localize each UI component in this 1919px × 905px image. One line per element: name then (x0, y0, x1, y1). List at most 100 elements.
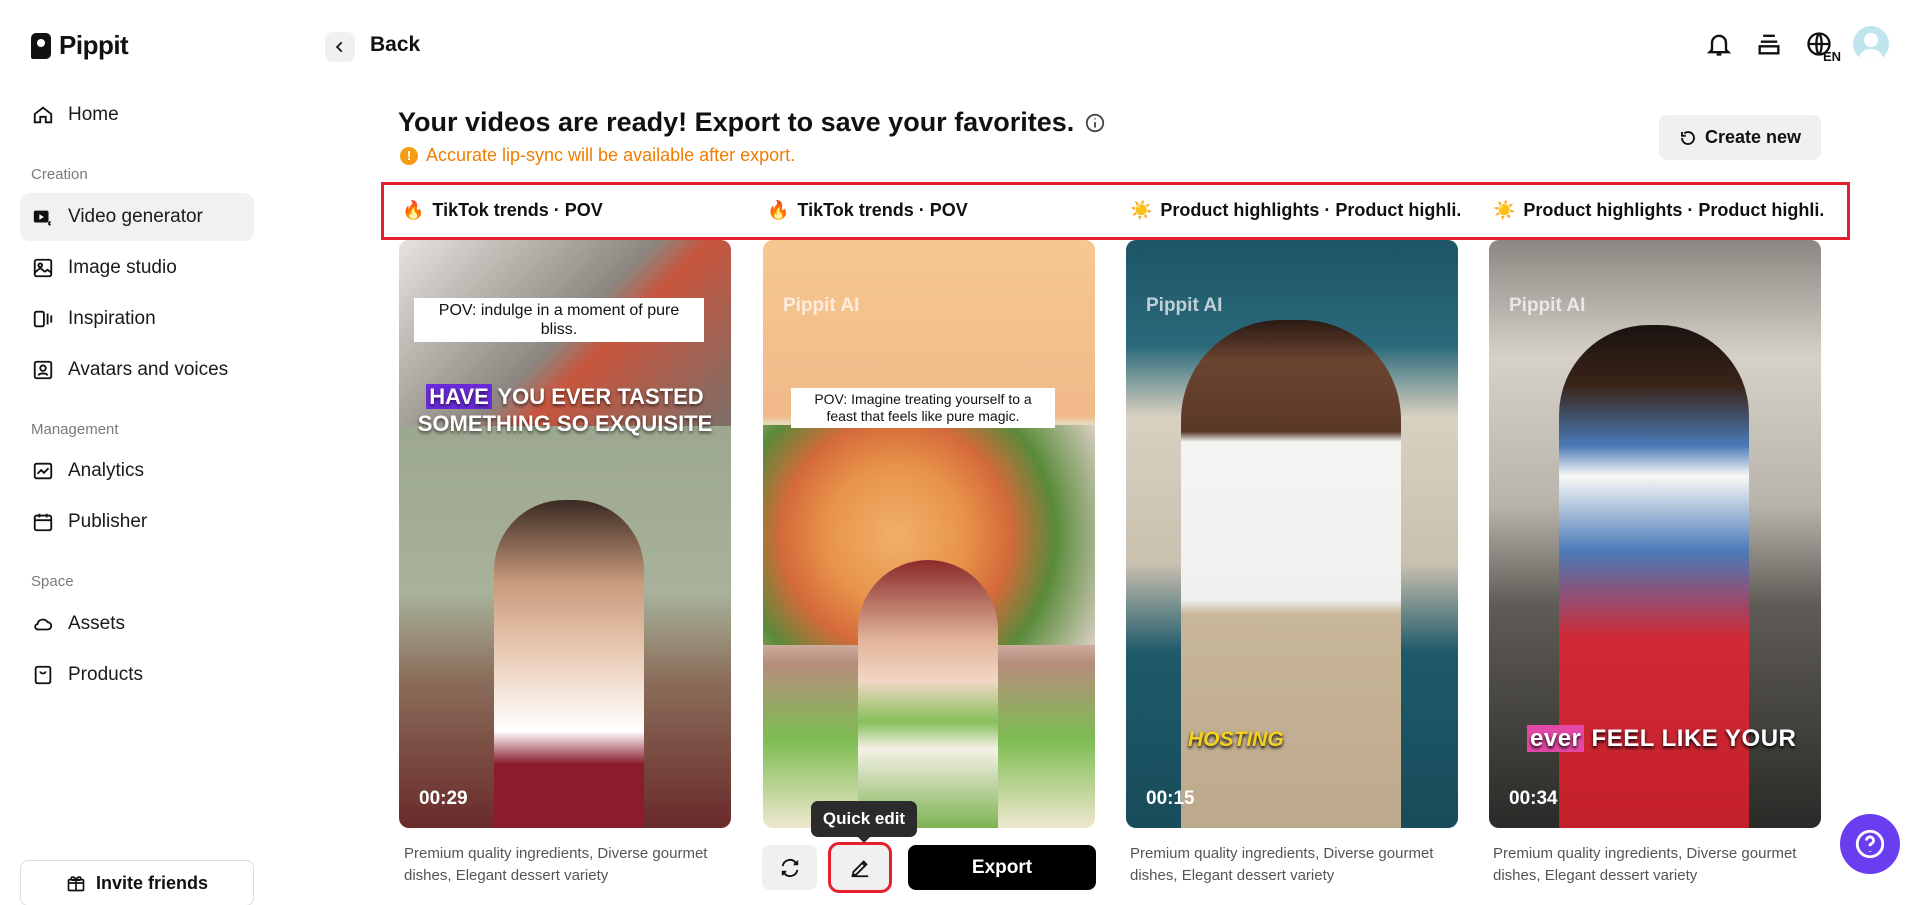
export-button[interactable]: Export (908, 845, 1096, 890)
quick-edit-tooltip: Quick edit (811, 801, 917, 843)
notification-button[interactable] (1703, 28, 1735, 60)
sidebar-item-label: Publisher (68, 511, 148, 532)
video-thumbnail-4[interactable]: Pippit AI ever FEEL LIKE YOUR 00:34 (1489, 240, 1821, 828)
user-avatar[interactable] (1853, 26, 1889, 62)
fire-icon: 🔥 (767, 200, 790, 220)
video-description: Premium quality ingredients, Diverse gou… (404, 845, 708, 884)
sidebar-item-home[interactable]: Home (20, 91, 254, 139)
video-thumbnail-2[interactable]: Pippit AI POV: Imagine treating yourself… (763, 240, 1095, 828)
stack-icon (1758, 34, 1780, 55)
home-icon (33, 106, 53, 124)
gift-icon (67, 876, 85, 892)
video-tag: ☀️ Product highlights · Product highli..… (1130, 200, 1460, 221)
calendar-icon (33, 513, 53, 532)
video-thumbnail-1[interactable]: POV: indulge in a moment of pure bliss. … (399, 240, 731, 828)
page-title: Your videos are ready! Export to save yo… (398, 107, 1106, 138)
sidebar-item-image-studio[interactable]: Image studio (20, 244, 254, 292)
sun-icon: ☀️ (1130, 200, 1153, 220)
watermark: Pippit AI (783, 295, 860, 316)
sidebar: Pippit Home Creation Video generator Ima… (0, 0, 270, 905)
brand-name: Pippit (59, 30, 129, 60)
video-tag: ☀️ Product highlights · Product highli..… (1493, 200, 1823, 221)
create-new-label: Create new (1704, 127, 1802, 147)
video-duration: 00:34 (1509, 788, 1558, 809)
quick-edit-button[interactable] (828, 842, 892, 893)
tag-label: Product highlights · Product highli... (1523, 200, 1823, 220)
create-new-button[interactable]: Create new (1659, 115, 1821, 160)
watermark: Pippit AI (1509, 295, 1586, 316)
image-studio-icon (33, 258, 53, 278)
sidebar-item-label: Avatars and voices (68, 359, 229, 380)
sidebar-item-label: Video generator (68, 206, 203, 227)
sidebar-item-assets[interactable]: Assets (20, 600, 254, 648)
app-root: Pippit Home Creation Video generator Ima… (0, 0, 1919, 905)
brand-logo[interactable]: Pippit (31, 30, 129, 61)
back-button[interactable] (325, 32, 355, 62)
warning-text: Accurate lip-sync will be available afte… (426, 145, 796, 165)
invite-label: Invite friends (95, 872, 209, 893)
pencil-icon (851, 859, 869, 877)
video-thumbnail-3[interactable]: Pippit AI HOSTING 00:15 (1126, 240, 1458, 828)
back-label[interactable]: Back (370, 33, 420, 57)
caption-top: POV: Imagine treating yourself to a feas… (791, 388, 1055, 428)
presenter-figure (494, 500, 644, 828)
sidebar-item-label: Home (68, 104, 119, 125)
language-code: EN (1822, 49, 1841, 64)
sidebar-item-publisher[interactable]: Publisher (20, 498, 254, 546)
tasks-button[interactable] (1753, 28, 1785, 60)
section-label-management: Management (31, 421, 119, 438)
pippit-logo-icon (31, 32, 51, 59)
presenter-figure (858, 560, 998, 828)
top-icons: EN (1703, 26, 1889, 64)
info-icon[interactable] (1084, 112, 1106, 134)
video-tag: 🔥 TikTok trends · POV (767, 200, 1097, 221)
video-description: Premium quality ingredients, Diverse gou… (1493, 845, 1797, 884)
fire-icon: 🔥 (402, 200, 425, 220)
video-description: Premium quality ingredients, Diverse gou… (1130, 845, 1434, 884)
caption-top: POV: indulge in a moment of pure bliss. (414, 298, 704, 342)
bell-icon (1706, 34, 1732, 56)
sidebar-item-label: Assets (68, 613, 126, 634)
video-generator-icon (33, 210, 51, 226)
language-button[interactable]: EN (1803, 28, 1841, 64)
section-label-creation: Creation (31, 166, 88, 183)
analytics-icon (33, 462, 53, 480)
sidebar-item-video-generator[interactable]: Video generator (20, 193, 254, 241)
section-label-space: Space (31, 573, 74, 590)
lip-sync-warning: ! Accurate lip-sync will be available af… (400, 145, 795, 166)
caption-highlight: ever (1527, 725, 1585, 752)
caption: ever FEEL LIKE YOUR (1527, 725, 1796, 753)
chevron-left-icon (335, 41, 343, 53)
watermark: Pippit AI (1146, 295, 1223, 316)
sidebar-item-label: Inspiration (68, 308, 156, 329)
inspiration-icon (33, 310, 53, 328)
caption: HOSTING (1188, 728, 1284, 751)
caption-highlight: HAVE (426, 384, 492, 409)
sidebar-item-inspiration[interactable]: Inspiration (20, 295, 254, 343)
caption-big: HAVE YOU EVER TASTED SOMETHING SO EXQUIS… (399, 383, 731, 437)
sidebar-item-label: Products (68, 664, 143, 685)
sidebar-item-label: Analytics (68, 460, 145, 481)
sidebar-item-products[interactable]: Products (20, 651, 254, 699)
avatar-icon (33, 360, 53, 380)
cloud-icon (34, 618, 53, 631)
sun-icon: ☀️ (1493, 200, 1516, 220)
regenerate-button[interactable] (762, 845, 817, 890)
refresh-icon (1681, 130, 1695, 145)
invite-friends-button[interactable]: Invite friends (20, 860, 254, 905)
page-title-text: Your videos are ready! Export to save yo… (398, 107, 1075, 137)
warning-icon: ! (400, 146, 418, 165)
help-button[interactable] (1840, 814, 1900, 874)
tag-label: TikTok trends · POV (432, 200, 603, 220)
video-tags-row: 🔥 TikTok trends · POV 🔥 TikTok trends · … (381, 182, 1850, 240)
sidebar-item-analytics[interactable]: Analytics (20, 447, 254, 495)
video-duration: 00:15 (1146, 788, 1195, 809)
video-duration: 00:29 (419, 788, 468, 809)
tag-label: TikTok trends · POV (797, 200, 968, 220)
regenerate-icon (781, 858, 798, 877)
sidebar-item-avatars-and-voices[interactable]: Avatars and voices (20, 346, 254, 394)
help-icon (1855, 829, 1885, 859)
product-box-icon (34, 665, 52, 685)
video-tag: 🔥 TikTok trends · POV (402, 200, 732, 221)
tag-label: Product highlights · Product highli... (1160, 200, 1460, 220)
